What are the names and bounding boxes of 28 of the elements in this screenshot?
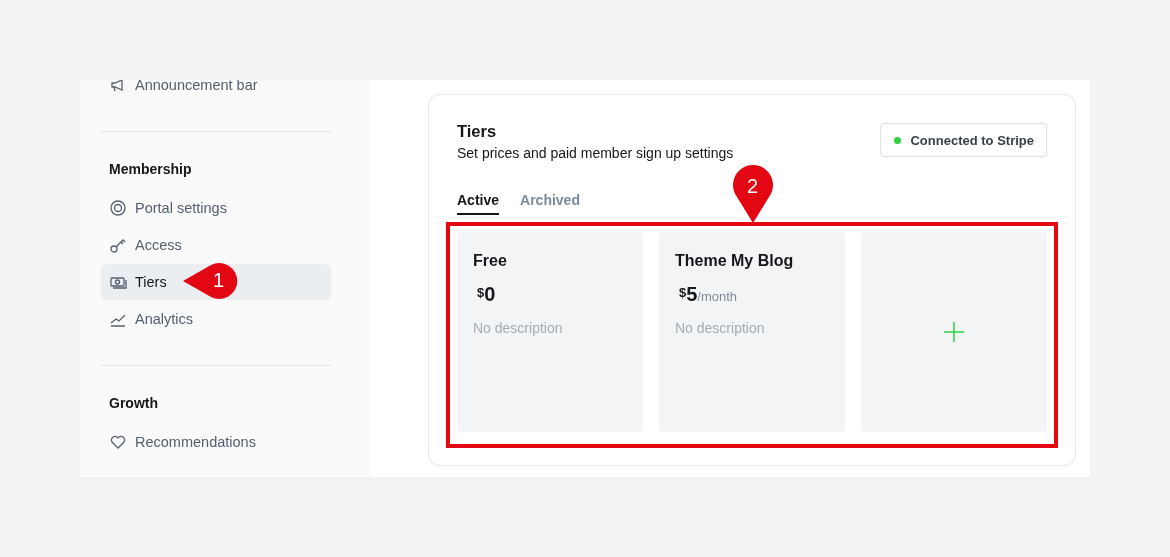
tier-description: No description [473,320,564,336]
currency-symbol: $ [477,285,485,300]
sidebar-item[interactable]: Announcement bar [101,80,331,103]
sidebar-item[interactable]: Portal settings [101,190,331,226]
tier-price: 5 [686,283,698,306]
tier-name: Free [473,252,508,270]
status-dot [894,136,902,144]
sidebar-item[interactable]: Recommendations [101,424,331,460]
portal-icon [109,199,127,217]
section-heading: Growth [108,394,159,413]
section-heading: Membership [108,160,193,179]
tier-card[interactable]: Theme My Blog $5/month No description [659,232,845,432]
tier-card[interactable]: Free $0 No description [457,232,643,432]
tab[interactable]: Archived [520,192,580,215]
add-tier-card[interactable] [861,232,1047,432]
sidebar-item[interactable]: Access [101,227,331,263]
plus-icon [943,321,965,343]
sidebar-item[interactable]: Analytics [101,301,331,337]
price-period: /month [697,289,738,304]
currency-symbol: $ [679,285,687,300]
panel-subtitle: Set prices and paid member sign up settings [457,145,734,161]
tab[interactable]: Active [457,192,500,215]
heart-icon [109,433,127,451]
stripe-button[interactable]: Connected to Stripe [880,123,1047,157]
tier-description: No description [675,320,766,336]
panel-title: Tiers [457,122,498,141]
tier-name: Theme My Blog [675,252,795,270]
tier-price: 0 [484,283,496,306]
